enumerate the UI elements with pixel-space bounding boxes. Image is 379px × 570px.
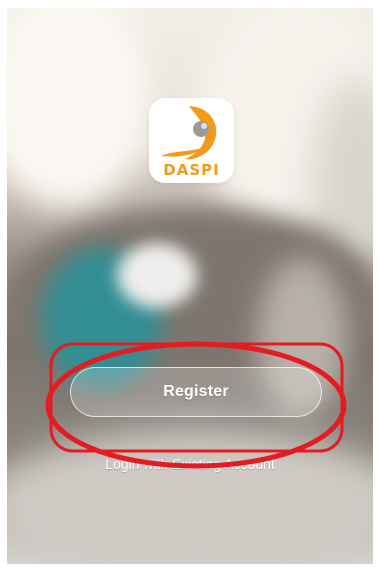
logo-text: DASPI (163, 161, 219, 179)
register-button[interactable]: Register (70, 367, 322, 417)
login-existing-account-link[interactable]: Login with Existing Account (57, 456, 323, 476)
background-photo (7, 8, 373, 564)
daspi-logo-icon: DASPI (161, 106, 219, 179)
onboarding-screen: DASPI Register Login with Existing Accou… (0, 0, 379, 570)
app-logo: DASPI (149, 98, 234, 183)
